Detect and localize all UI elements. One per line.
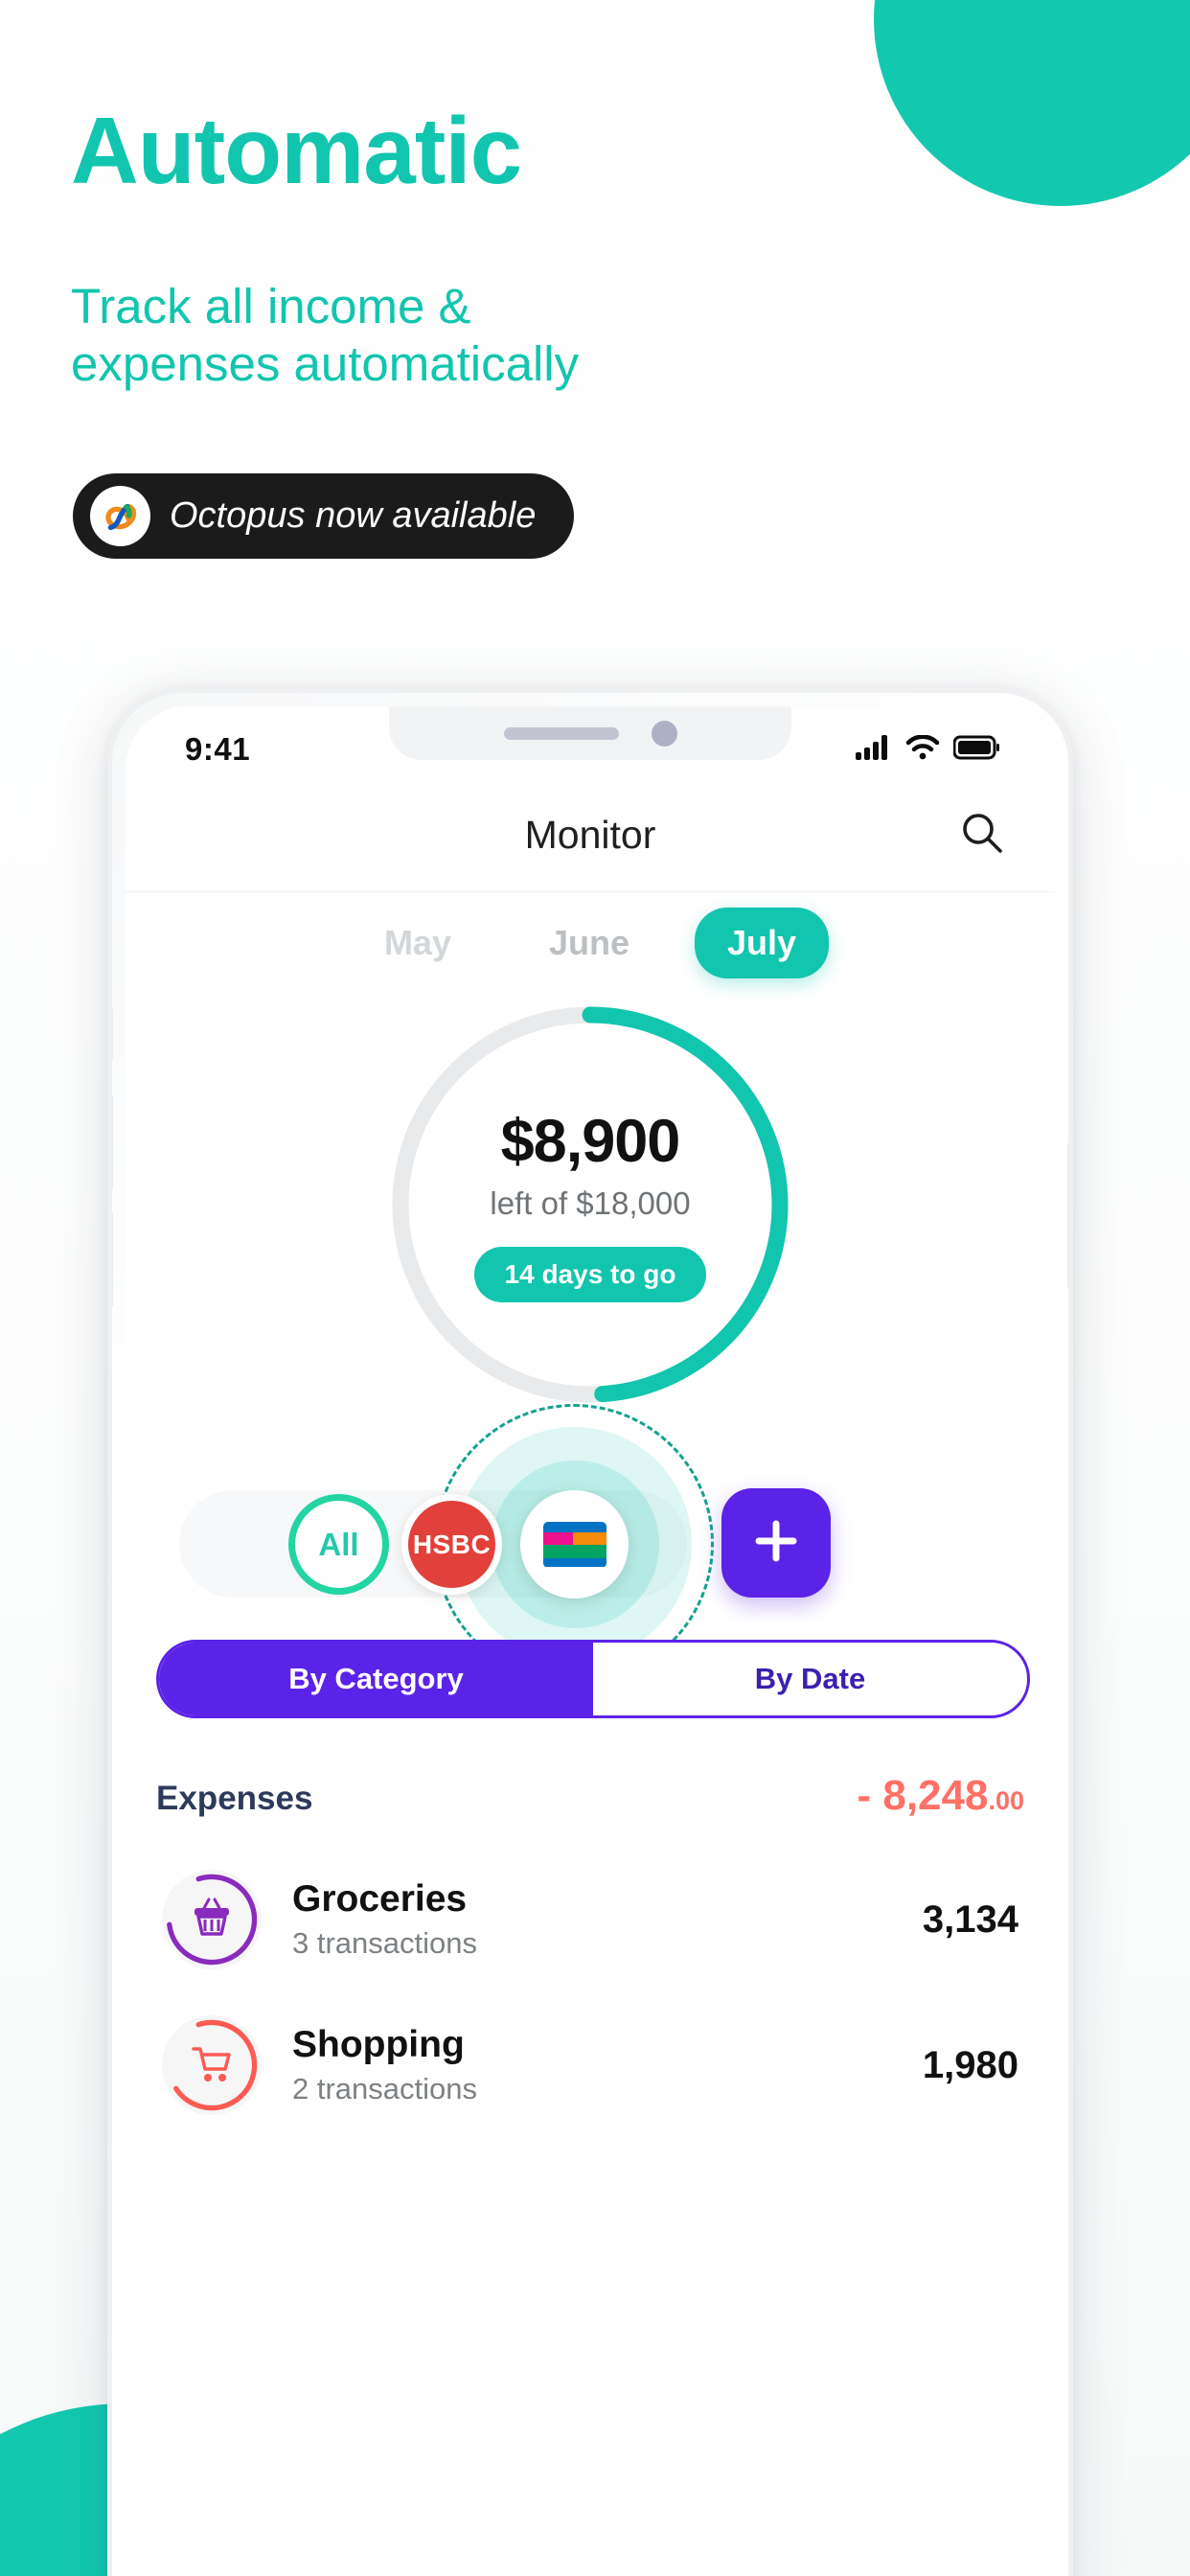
accounts-row: All HSBC (126, 1404, 1055, 1684)
list-item[interactable]: Shopping 2 transactions 1,980 (126, 1992, 1055, 2138)
plus-icon (750, 1515, 802, 1572)
view-mode-segmented-control: By Category By Date (156, 1640, 1030, 1718)
promo-subheadline-line2: expenses automatically (71, 336, 580, 392)
category-progress-ring (166, 2019, 258, 2111)
promo-canvas: Automatic Track all income & expenses au… (0, 0, 1190, 2576)
phone-silent-switch (112, 1009, 113, 1059)
budget-total-label: left of $18,000 (490, 1185, 691, 1221)
expenses-total-main: - 8,248 (857, 1772, 989, 1819)
phone-bezel: 9:41 Monitor May June July $8,900 left o… (107, 688, 1073, 2576)
hsbc-logo-icon: HSBC (408, 1501, 495, 1588)
expenses-total-cents: .00 (988, 1786, 1024, 1815)
status-icon-group (856, 734, 999, 765)
octopus-badge-label: Octopus now available (170, 495, 537, 536)
category-name: Shopping (292, 2024, 465, 2065)
cellular-signal-icon (856, 734, 892, 765)
budget-center-info: $8,900 left of $18,000 14 days to go (370, 984, 811, 1425)
month-selector: May June July (126, 908, 1055, 978)
app-header: Monitor (126, 779, 1055, 892)
expense-category-list: Groceries 3 transactions 3,134 Shopping … (126, 1847, 1055, 2138)
category-amount: 3,134 (922, 1898, 1018, 1941)
promo-headline: Automatic (71, 98, 522, 203)
phone-screen: 9:41 Monitor May June July $8,900 left o… (126, 706, 1055, 2576)
battery-full-icon (952, 735, 999, 765)
account-chip-hsbc[interactable]: HSBC (401, 1494, 502, 1595)
credit-card-icon (542, 1521, 606, 1568)
category-icon-wrap (162, 2015, 262, 2115)
search-icon (959, 810, 1005, 861)
octopus-badge[interactable]: Octopus now available (73, 473, 575, 559)
page-title: Monitor (524, 813, 656, 857)
promo-subheadline: Track all income & expenses automaticall… (71, 278, 579, 393)
phone-mockup: 9:41 Monitor May June July $8,900 left o… (107, 688, 1073, 2576)
tab-by-category[interactable]: By Category (159, 1643, 593, 1715)
days-to-go-badge: 14 days to go (473, 1247, 707, 1302)
category-name: Groceries (292, 1878, 468, 1920)
month-tab-june[interactable]: June (516, 908, 662, 978)
promo-subheadline-line1: Track all income & (71, 279, 471, 334)
wifi-icon (905, 734, 940, 765)
account-chip-all-label: All (318, 1526, 359, 1562)
tab-by-date[interactable]: By Date (593, 1643, 1027, 1715)
category-info: Shopping 2 transactions (262, 2024, 923, 2106)
phone-volume-up-button (112, 1095, 113, 1189)
status-time: 9:41 (185, 731, 251, 767)
octopus-infinity-logo-icon (90, 486, 150, 546)
add-account-button[interactable] (721, 1488, 831, 1598)
expenses-total: - 8,248.00 (857, 1772, 1024, 1820)
category-transaction-count: 3 transactions (292, 1926, 477, 1960)
account-chip-card[interactable] (520, 1490, 629, 1598)
expenses-summary: Expenses - 8,248.00 (156, 1772, 1024, 1820)
status-bar: 9:41 (126, 706, 1055, 779)
category-icon-wrap (162, 1870, 262, 1969)
list-item[interactable]: Groceries 3 transactions 3,134 (126, 1847, 1055, 1992)
search-button[interactable] (955, 809, 1009, 862)
account-chip-all[interactable]: All (288, 1494, 389, 1595)
budget-donut-chart: $8,900 left of $18,000 14 days to go (370, 984, 811, 1425)
category-info: Groceries 3 transactions (262, 1878, 923, 1961)
phone-volume-down-button (112, 1212, 113, 1306)
phone-power-button (1067, 1143, 1068, 1287)
month-tab-july[interactable]: July (695, 908, 830, 978)
category-progress-ring (166, 1874, 258, 1966)
month-tab-may[interactable]: May (352, 908, 484, 978)
expenses-label: Expenses (156, 1780, 313, 1817)
account-chip-hsbc-label: HSBC (412, 1529, 492, 1559)
category-transaction-count: 2 transactions (292, 2072, 477, 2105)
decorative-blob-top-right (874, 0, 1190, 206)
budget-remaining-amount: $8,900 (500, 1108, 681, 1175)
category-amount: 1,980 (922, 2043, 1018, 2086)
